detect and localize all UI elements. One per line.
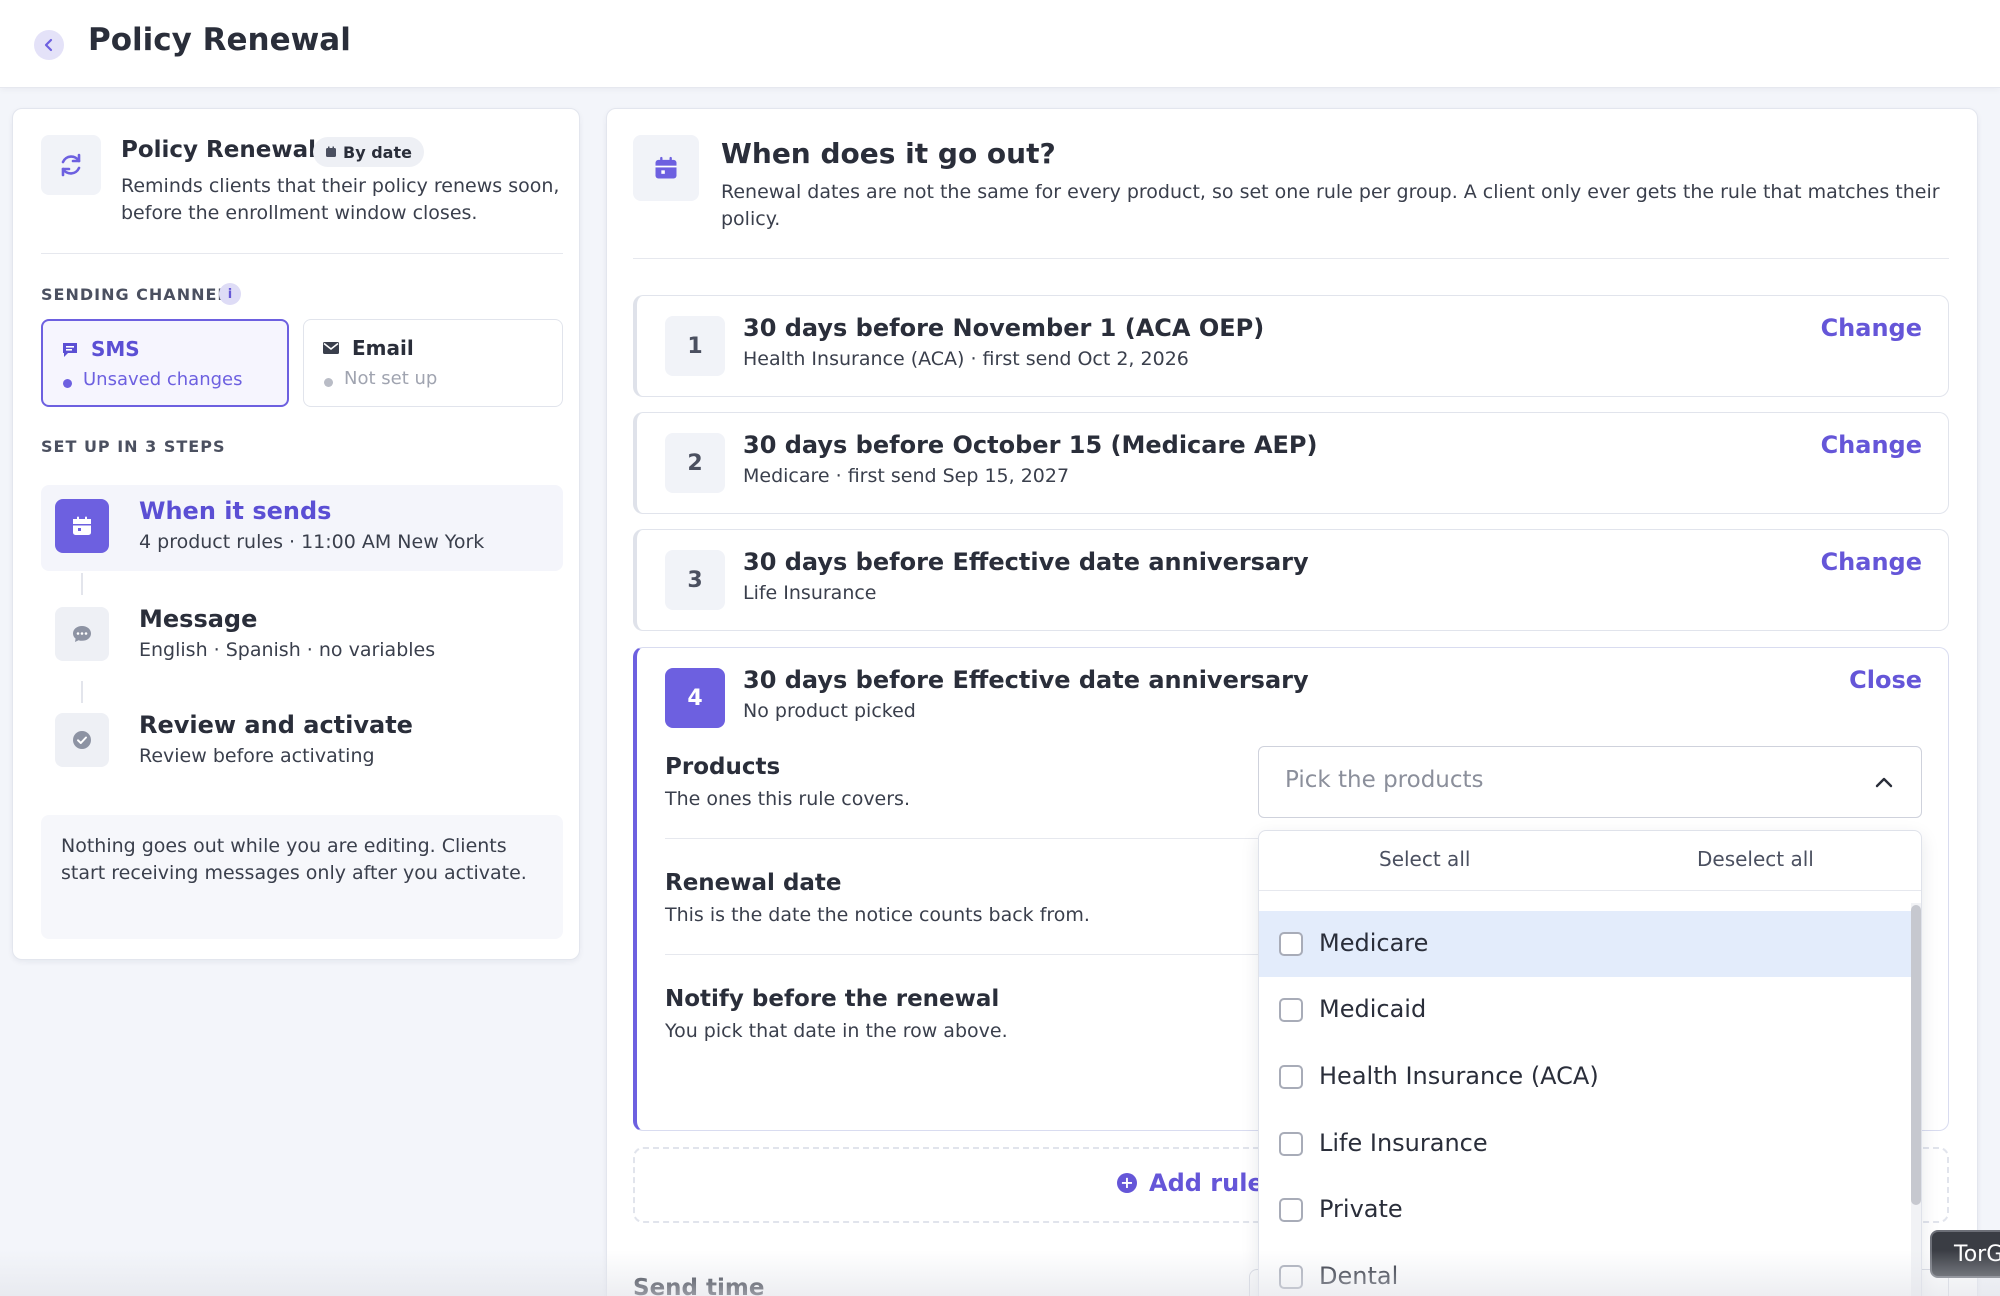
divider [665, 838, 1265, 839]
chevron-up-icon [1875, 777, 1893, 788]
mail-icon [322, 340, 340, 360]
tooltip: TorG [1930, 1230, 2000, 1278]
notify-field-subtitle: You pick that date in the row above. [665, 1020, 1008, 1042]
divider [41, 253, 563, 254]
product-option-life-insurance[interactable]: Life Insurance [1259, 1111, 1911, 1177]
rule-number: 2 [665, 433, 725, 493]
checkbox[interactable] [1279, 932, 1303, 956]
product-option-private[interactable]: Private [1259, 1177, 1911, 1243]
trigger-badge-label: By date [343, 142, 412, 162]
info-icon[interactable]: i [219, 283, 241, 305]
trigger-badge: By date [313, 137, 424, 167]
products-select[interactable]: Pick the products [1258, 746, 1922, 818]
change-rule-button[interactable]: Change [1821, 314, 1922, 342]
step-connector [81, 573, 83, 595]
checkbox[interactable] [1279, 1132, 1303, 1156]
divider [633, 258, 1949, 259]
sending-channel-label: SENDING CHANNEL [41, 285, 229, 304]
rule-subtitle: No product picked [743, 700, 916, 722]
product-option-medicaid[interactable]: Medicaid [1259, 977, 1911, 1043]
status-dot [324, 378, 333, 387]
rule-card: 1 30 days before November 1 (ACA OEP) He… [633, 295, 1949, 397]
plus-icon: + [1117, 1173, 1137, 1193]
page-title: Policy Renewal [88, 22, 351, 58]
renewal-date-field-title: Renewal date [665, 870, 842, 896]
notify-field-title: Notify before the renewal [665, 986, 1000, 1012]
option-label: Medicare [1319, 929, 1429, 957]
rule-number: 3 [665, 550, 725, 610]
channel-email[interactable]: Email Not set up [303, 319, 563, 407]
check-circle-icon [55, 713, 109, 767]
rule-title: 30 days before Effective date anniversar… [743, 666, 1309, 694]
step-subtitle: 4 product rules · 11:00 AM New York [139, 531, 485, 553]
dropdown-scrollbar[interactable] [1911, 905, 1921, 1205]
calendar-icon [633, 135, 699, 201]
send-time-label: Send time [633, 1275, 765, 1296]
channel-name: SMS [91, 337, 140, 361]
rule-title: 30 days before October 15 (Medicare AEP) [743, 431, 1318, 459]
renewal-date-field-subtitle: This is the date the notice counts back … [665, 904, 1090, 926]
rule-number: 1 [665, 316, 725, 376]
checkbox[interactable] [1279, 1065, 1303, 1089]
checkbox[interactable] [1279, 1198, 1303, 1222]
step-title: Review and activate [139, 711, 413, 739]
renew-icon [41, 135, 101, 195]
step-subtitle: Review before activating [139, 745, 375, 767]
rule-card: 2 30 days before October 15 (Medicare AE… [633, 412, 1949, 514]
step-review-and-activate[interactable]: Review and activate Review before activa… [41, 699, 563, 785]
product-option-dental[interactable]: Dental [1259, 1244, 1911, 1296]
rule-card: 3 30 days before Effective date annivers… [633, 529, 1949, 631]
steps-label: SET UP IN 3 STEPS [41, 437, 226, 456]
channel-name: Email [352, 336, 414, 360]
sms-icon [61, 341, 79, 363]
channel-status: Not set up [344, 368, 438, 389]
campaign-summary-card: Policy Renewal By date Reminds clients t… [12, 108, 580, 960]
divider [665, 954, 1265, 955]
calendar-small-icon [326, 146, 336, 157]
top-bar: Policy Renewal [0, 0, 2000, 88]
editing-note: Nothing goes out while you are editing. … [41, 815, 563, 939]
option-label: Health Insurance (ACA) [1319, 1062, 1599, 1090]
products-field-subtitle: The ones this rule covers. [665, 788, 910, 810]
channel-status: Unsaved changes [83, 369, 243, 390]
chevron-left-icon [44, 38, 53, 52]
select-all-button[interactable]: Select all [1379, 847, 1470, 871]
chat-icon [55, 607, 109, 661]
product-option-medicare[interactable]: Medicare [1259, 911, 1911, 977]
rule-number: 4 [665, 668, 725, 728]
dropdown-header: Select all Deselect all [1259, 831, 1921, 891]
step-when-it-sends[interactable]: When it sends 4 product rules · 11:00 AM… [41, 485, 563, 571]
checkbox[interactable] [1279, 998, 1303, 1022]
step-title: Message [139, 605, 258, 633]
step-subtitle: English · Spanish · no variables [139, 639, 436, 661]
calendar-icon [55, 499, 109, 553]
products-field-title: Products [665, 754, 781, 780]
option-label: Medicaid [1319, 995, 1427, 1023]
section-title: When does it go out? [721, 137, 1056, 170]
back-button[interactable] [34, 30, 64, 60]
channel-sms[interactable]: SMS Unsaved changes [41, 319, 289, 407]
campaign-title: Policy Renewal [121, 137, 316, 163]
option-label: Life Insurance [1319, 1129, 1488, 1157]
rule-title: 30 days before November 1 (ACA OEP) [743, 314, 1265, 342]
option-label: Dental [1319, 1262, 1399, 1290]
product-option-health-insurance-aca[interactable]: Health Insurance (ACA) [1259, 1044, 1911, 1110]
rule-subtitle: Health Insurance (ACA) · first send Oct … [743, 348, 1189, 370]
rule-subtitle: Life Insurance [743, 582, 877, 604]
change-rule-button[interactable]: Change [1821, 431, 1922, 459]
step-message[interactable]: Message English · Spanish · no variables [41, 593, 563, 679]
rule-title: 30 days before Effective date anniversar… [743, 548, 1309, 576]
products-select-placeholder: Pick the products [1285, 767, 1484, 793]
campaign-description: Reminds clients that their policy renews… [121, 175, 560, 224]
rule-subtitle: Medicare · first send Sep 15, 2027 [743, 465, 1070, 487]
step-title: When it sends [139, 497, 332, 525]
close-rule-button[interactable]: Close [1849, 666, 1922, 694]
status-dot [63, 379, 72, 388]
option-label: Private [1319, 1195, 1403, 1223]
deselect-all-button[interactable]: Deselect all [1697, 847, 1814, 871]
checkbox[interactable] [1279, 1265, 1303, 1289]
products-dropdown: Select all Deselect all Medicare Medicai… [1258, 830, 1922, 1296]
change-rule-button[interactable]: Change [1821, 548, 1922, 576]
section-description: Renewal dates are not the same for every… [721, 181, 1940, 230]
